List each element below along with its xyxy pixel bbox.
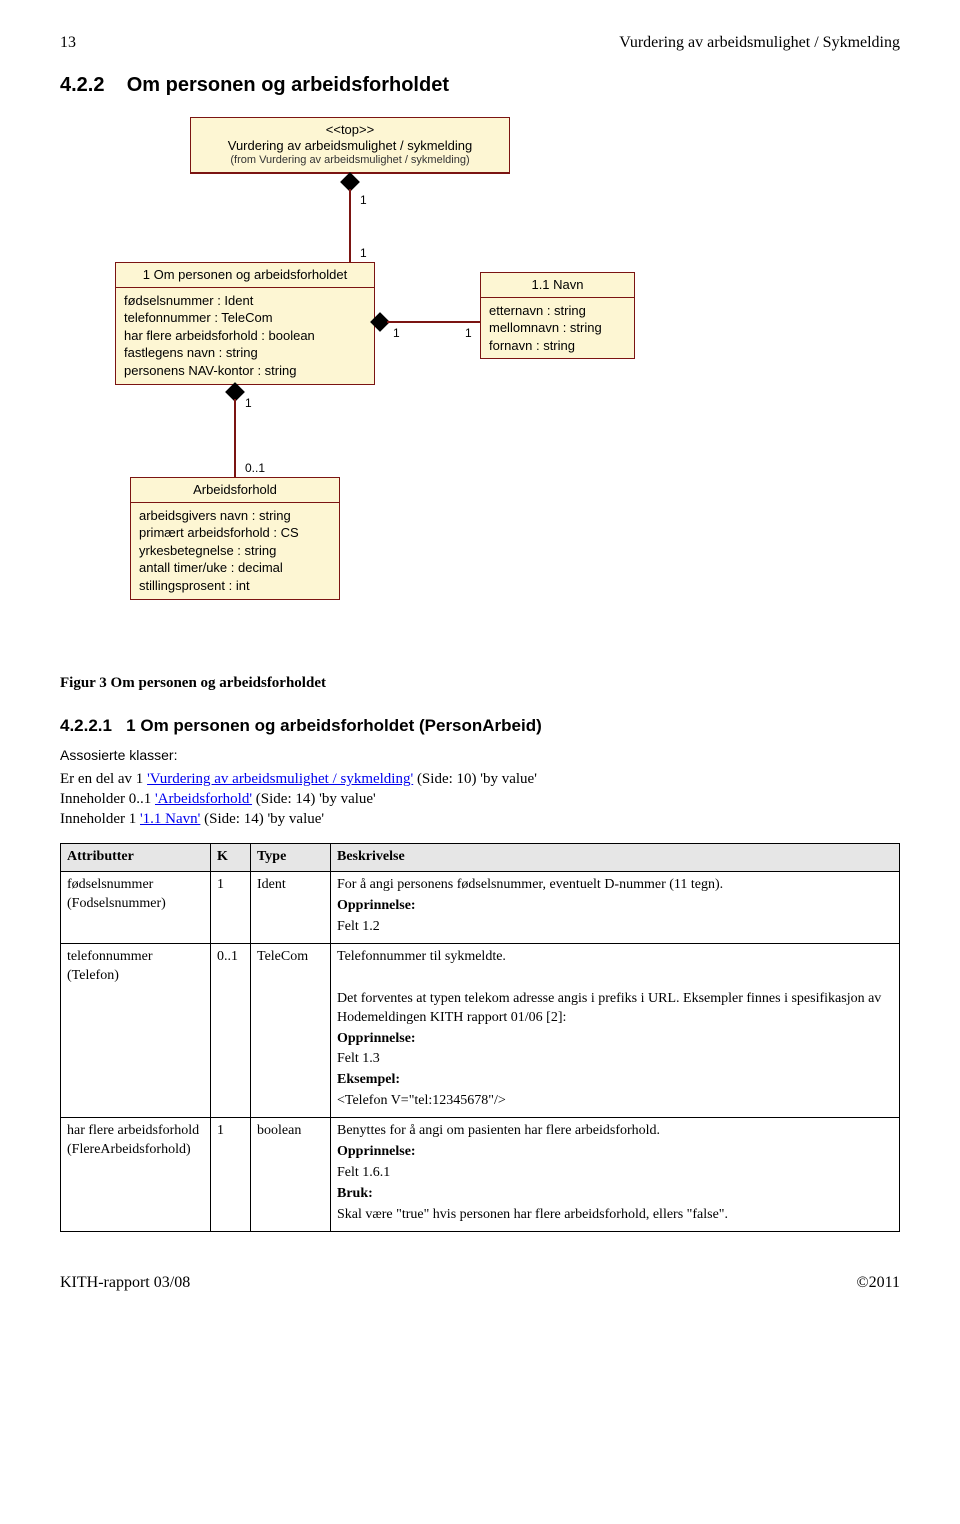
uml-attr: etternavn : string: [489, 302, 626, 320]
attr-cardinality: 1: [211, 1118, 251, 1231]
multiplicity: 1: [465, 325, 472, 341]
connector-line: [349, 189, 351, 262]
attr-tech: (Fodselsnummer): [67, 895, 204, 914]
uml-top-stereotype: <<top>>: [199, 122, 501, 138]
attr-type: boolean: [251, 1118, 331, 1231]
origin-value: Felt 1.3: [337, 1050, 893, 1069]
attr-name: har flere arbeidsforhold: [67, 1122, 204, 1141]
section-title: Om personen og arbeidsforholdet: [127, 74, 449, 96]
attr-desc: Benyttes for å angi om pasienten har fle…: [337, 1122, 893, 1141]
origin-label: Opprinnelse:: [337, 897, 893, 916]
uml-class-person: 1 Om personen og arbeidsforholdet fødsel…: [115, 262, 375, 385]
assoc-text: Inneholder 1: [60, 811, 140, 827]
footer-right: ©2011: [856, 1272, 900, 1294]
multiplicity: 1: [245, 395, 252, 411]
example-value: <Telefon V="tel:12345678"/>: [337, 1092, 893, 1111]
attr-type: Ident: [251, 872, 331, 944]
uml-attr: fornavn : string: [489, 337, 626, 355]
assoc-link-vurdering[interactable]: 'Vurdering av arbeidsmulighet / sykmeldi…: [147, 771, 413, 787]
usage-value: Skal være "true" hvis personen har flere…: [337, 1206, 893, 1225]
multiplicity: 0..1: [245, 460, 265, 476]
attr-desc: For å angi personens fødselsnummer, even…: [337, 876, 893, 895]
assoc-text: (Side: 14) 'by value': [200, 811, 324, 827]
page-number: 13: [60, 32, 76, 54]
col-header-k: K: [211, 844, 251, 872]
assoc-text: (Side: 14) 'by value': [252, 791, 376, 807]
uml-attr: fødselsnummer : Ident: [124, 292, 366, 310]
col-header-type: Type: [251, 844, 331, 872]
uml-arbeid-name: Arbeidsforhold: [131, 478, 339, 503]
doc-title: Vurdering av arbeidsmulighet / Sykmeldin…: [619, 32, 900, 54]
col-header-beskrivelse: Beskrivelse: [331, 844, 900, 872]
attr-type: TeleCom: [251, 943, 331, 1117]
uml-attr: arbeidsgivers navn : string: [139, 507, 331, 525]
footer-left: KITH-rapport 03/08: [60, 1272, 190, 1294]
attr-cardinality: 0..1: [211, 943, 251, 1117]
attr-name: telefonnummer: [67, 948, 204, 967]
subsection-title: 1 Om personen og arbeidsforholdet (Perso…: [126, 716, 542, 735]
origin-label: Opprinnelse:: [337, 1143, 893, 1162]
associated-classes-heading: Assosierte klasser:: [60, 746, 900, 765]
usage-label: Bruk:: [337, 1185, 893, 1204]
table-row: fødselsnummer (Fodselsnummer) 1 Ident Fo…: [61, 872, 900, 944]
col-header-attributter: Attributter: [61, 844, 211, 872]
multiplicity: 1: [393, 325, 400, 341]
uml-attr: personens NAV-kontor : string: [124, 362, 366, 380]
connector-line: [387, 321, 480, 323]
page-footer: KITH-rapport 03/08 ©2011: [60, 1272, 900, 1294]
section-heading: 4.2.2 Om personen og arbeidsforholdet: [60, 72, 900, 99]
attr-desc-extra: Det forventes at typen telekom adresse a…: [337, 990, 893, 1028]
subsection-heading: 4.2.2.1 1 Om personen og arbeidsforholde…: [60, 715, 900, 738]
assoc-text: Inneholder 0..1: [60, 791, 155, 807]
origin-label: Opprinnelse:: [337, 1030, 893, 1049]
uml-attr: primært arbeidsforhold : CS: [139, 524, 331, 542]
attr-desc: Telefonnummer til sykmeldte.: [337, 948, 893, 967]
attributes-table: Attributter K Type Beskrivelse fødselsnu…: [60, 843, 900, 1231]
page-header: 13 Vurdering av arbeidsmulighet / Sykmel…: [60, 32, 900, 54]
multiplicity: 1: [360, 192, 367, 208]
uml-navn-name: 1.1 Navn: [481, 273, 634, 298]
origin-value: Felt 1.2: [337, 918, 893, 937]
uml-attr: yrkesbetegnelse : string: [139, 542, 331, 560]
section-number: 4.2.2: [60, 74, 104, 96]
uml-class-navn: 1.1 Navn etternavn : string mellomnavn :…: [480, 272, 635, 360]
attr-cardinality: 1: [211, 872, 251, 944]
subsection-number: 4.2.2.1: [60, 716, 112, 735]
uml-attr: stillingsprosent : int: [139, 577, 331, 595]
example-label: Eksempel:: [337, 1071, 893, 1090]
table-header-row: Attributter K Type Beskrivelse: [61, 844, 900, 872]
uml-class-top: <<top>> Vurdering av arbeidsmulighet / s…: [190, 117, 510, 174]
assoc-link-arbeidsforhold[interactable]: 'Arbeidsforhold': [155, 791, 252, 807]
attr-name: fødselsnummer: [67, 876, 204, 895]
table-row: har flere arbeidsforhold (FlereArbeidsfo…: [61, 1118, 900, 1231]
associated-classes-body: Er en del av 1 'Vurdering av arbeidsmuli…: [60, 769, 900, 830]
uml-person-name: 1 Om personen og arbeidsforholdet: [116, 263, 374, 288]
assoc-link-navn[interactable]: '1.1 Navn': [140, 811, 200, 827]
assoc-text: (Side: 10) 'by value': [413, 771, 537, 787]
attr-tech: (FlereArbeidsforhold): [67, 1141, 204, 1160]
uml-top-from: (from Vurdering av arbeidsmulighet / syk…: [199, 154, 501, 168]
uml-attr: antall timer/uke : decimal: [139, 559, 331, 577]
assoc-text: Er en del av 1: [60, 771, 147, 787]
uml-attr: telefonnummer : TeleCom: [124, 309, 366, 327]
uml-attr: mellomnavn : string: [489, 319, 626, 337]
uml-top-name: Vurdering av arbeidsmulighet / sykmeldin…: [199, 138, 501, 154]
uml-diagram: <<top>> Vurdering av arbeidsmulighet / s…: [60, 117, 900, 657]
origin-value: Felt 1.6.1: [337, 1164, 893, 1183]
multiplicity: 1: [360, 245, 367, 261]
figure-caption: Figur 3 Om personen og arbeidsforholdet: [60, 673, 900, 693]
uml-attr: har flere arbeidsforhold : boolean: [124, 327, 366, 345]
uml-attr: fastlegens navn : string: [124, 344, 366, 362]
attr-tech: (Telefon): [67, 967, 204, 986]
connector-line: [234, 399, 236, 477]
uml-class-arbeidsforhold: Arbeidsforhold arbeidsgivers navn : stri…: [130, 477, 340, 600]
table-row: telefonnummer (Telefon) 0..1 TeleCom Tel…: [61, 943, 900, 1117]
